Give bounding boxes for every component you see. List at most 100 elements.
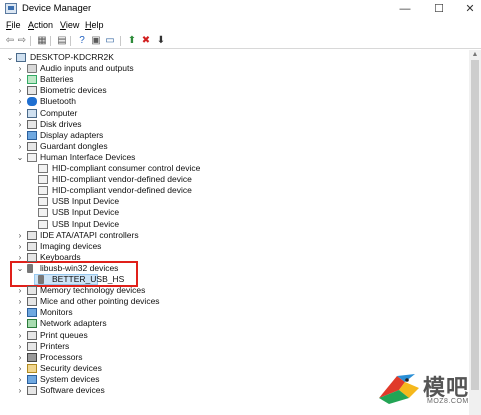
chevron-right-icon[interactable]: › — [16, 74, 24, 85]
minimize-button[interactable]: — — [390, 0, 420, 18]
tree-category-item[interactable]: › Audio inputs and outputs — [0, 63, 460, 74]
chevron-right-icon[interactable]: › — [16, 307, 24, 318]
hid-device-icon — [38, 186, 48, 196]
tree-category-item[interactable]: › Printers — [0, 341, 460, 352]
chevron-right-icon[interactable]: › — [16, 330, 24, 341]
menu-action-label: ction — [34, 20, 54, 30]
tree-category-item[interactable]: ⌄ Human Interface Devices — [0, 152, 460, 163]
chevron-right-icon[interactable]: › — [16, 318, 24, 329]
chevron-right-icon[interactable]: › — [16, 96, 24, 107]
scan-hardware-icon[interactable]: ⬇ — [155, 35, 167, 47]
chevron-right-icon[interactable]: › — [16, 108, 24, 119]
update-driver-icon[interactable]: ⬆ — [126, 35, 138, 47]
scroll-up-icon[interactable]: ▲ — [469, 50, 481, 60]
tree-item-label: HID-compliant vendor-defined device — [52, 185, 192, 196]
tree-item-label: DESKTOP-KDCRR2K — [30, 52, 114, 62]
tree-device-item[interactable]: USB Input Device — [0, 207, 460, 218]
tree-category-item[interactable]: › Print queues — [0, 330, 460, 341]
menu-help[interactable]: Help — [85, 20, 104, 30]
network-icon — [27, 319, 37, 329]
chevron-right-icon[interactable]: › — [16, 230, 24, 241]
tree-category-item[interactable]: › Monitors — [0, 307, 460, 318]
biometric-icon — [27, 86, 37, 96]
tree-device-item[interactable]: BETTER_USB_HS — [0, 274, 460, 285]
tree-item-label: Mice and other pointing devices — [40, 296, 160, 307]
tree-device-item[interactable]: HID-compliant consumer control device — [0, 163, 460, 174]
tree-category-item[interactable]: › Batteries — [0, 74, 460, 85]
chevron-right-icon[interactable]: › — [16, 341, 24, 352]
tree-device-item[interactable]: USB Input Device — [0, 219, 460, 230]
maximize-button[interactable]: ☐ — [424, 0, 454, 18]
chevron-down-icon[interactable]: ⌄ — [6, 52, 14, 63]
tree-category-item[interactable]: › Computer — [0, 108, 460, 119]
tree-category-item[interactable]: ⌄ libusb-win32 devices — [0, 263, 460, 274]
device-tree: ⌄ DESKTOP-KDCRR2K › Audio inputs and output… — [0, 50, 470, 415]
tree-item-label: Computer — [40, 107, 78, 118]
tree-category-item[interactable]: › Processors — [0, 352, 460, 363]
tree-category-item[interactable]: › Bluetooth — [0, 96, 460, 107]
chevron-right-icon[interactable]: › — [16, 119, 24, 130]
tree-item-label: Guardant dongles — [40, 140, 108, 151]
menu-file[interactable]: File — [6, 20, 21, 30]
tree-category-item[interactable]: › Network adapters — [0, 318, 460, 329]
hid-device-icon — [38, 197, 48, 207]
tree-category-item[interactable]: › Keyboards — [0, 252, 460, 263]
chevron-down-icon[interactable]: ⌄ — [16, 152, 24, 163]
scrollbar-thumb[interactable] — [471, 60, 479, 390]
tree-device-item[interactable]: HID-compliant vendor-defined device — [0, 185, 460, 196]
printer-icon — [27, 341, 37, 351]
disable-device-icon[interactable]: ✖ — [140, 35, 152, 47]
software-icon — [27, 386, 37, 395]
tree-category-item[interactable]: › Display adapters — [0, 130, 460, 141]
hid-device-icon — [38, 219, 48, 229]
tree-root-computer[interactable]: ⌄ DESKTOP-KDCRR2K — [0, 52, 460, 63]
tree-item-label: Network adapters — [40, 318, 107, 329]
back-icon[interactable]: ⇦ — [4, 35, 16, 47]
tree-device-item[interactable]: HID-compliant vendor-defined device — [0, 174, 460, 185]
tree-category-item[interactable]: › Memory technology devices — [0, 285, 460, 296]
tree-item-label: libusb-win32 devices — [40, 262, 119, 273]
vertical-scrollbar[interactable]: ▲ — [469, 50, 481, 415]
forward-icon[interactable]: ⇨ — [16, 35, 28, 47]
chevron-down-icon[interactable]: ⌄ — [16, 263, 24, 274]
tree-item-label: USB Input Device — [52, 207, 120, 218]
tree-category-item[interactable]: › Disk drives — [0, 119, 460, 130]
chevron-right-icon[interactable]: › — [16, 296, 24, 307]
tree-category-item[interactable]: › IDE ATA/ATAPI controllers — [0, 230, 460, 241]
chevron-right-icon[interactable]: › — [16, 285, 24, 296]
chevron-right-icon[interactable]: › — [16, 374, 24, 385]
chevron-right-icon[interactable]: › — [16, 63, 24, 74]
security-icon — [27, 363, 37, 373]
chevron-right-icon[interactable]: › — [16, 130, 24, 141]
mouse-icon — [27, 297, 37, 307]
chevron-right-icon[interactable]: › — [16, 241, 24, 252]
chevron-right-icon[interactable]: › — [16, 363, 24, 374]
tree-category-item[interactable]: › Biometric devices — [0, 85, 460, 96]
properties-sheet-icon[interactable]: ▤ — [56, 35, 68, 47]
chevron-right-icon[interactable]: › — [16, 141, 24, 152]
chevron-right-icon[interactable]: › — [16, 385, 24, 396]
menu-view-label: iew — [65, 20, 80, 30]
chevron-right-icon[interactable]: › — [16, 85, 24, 96]
memory-icon — [27, 286, 37, 296]
device-manager-app-icon — [5, 3, 17, 14]
tree-item-label: Memory technology devices — [40, 285, 146, 296]
properties-grid-icon[interactable]: ▦ — [36, 35, 48, 47]
printer-queue-icon — [27, 330, 37, 340]
chevron-right-icon[interactable]: › — [16, 252, 24, 263]
menu-view[interactable]: View — [60, 20, 79, 30]
tree-category-item[interactable]: › Guardant dongles — [0, 141, 460, 152]
toolbar-separator — [50, 36, 51, 46]
tree-device-item[interactable]: USB Input Device — [0, 196, 460, 207]
action-pane-icon[interactable]: ▣ — [90, 35, 102, 47]
tree-category-item[interactable]: › Mice and other pointing devices — [0, 296, 460, 307]
tree-item-label: Printers — [40, 340, 70, 351]
chevron-right-icon[interactable]: › — [16, 352, 24, 363]
display-icon[interactable]: ▭ — [104, 35, 116, 47]
tree-item-label: HID-compliant consumer control device — [52, 163, 201, 173]
help-icon[interactable]: ? — [76, 35, 88, 47]
display-adapter-icon — [27, 130, 37, 140]
menu-action[interactable]: Action — [28, 20, 53, 30]
close-button[interactable]: ✕ — [455, 0, 481, 18]
tree-category-item[interactable]: › Imaging devices — [0, 241, 460, 252]
